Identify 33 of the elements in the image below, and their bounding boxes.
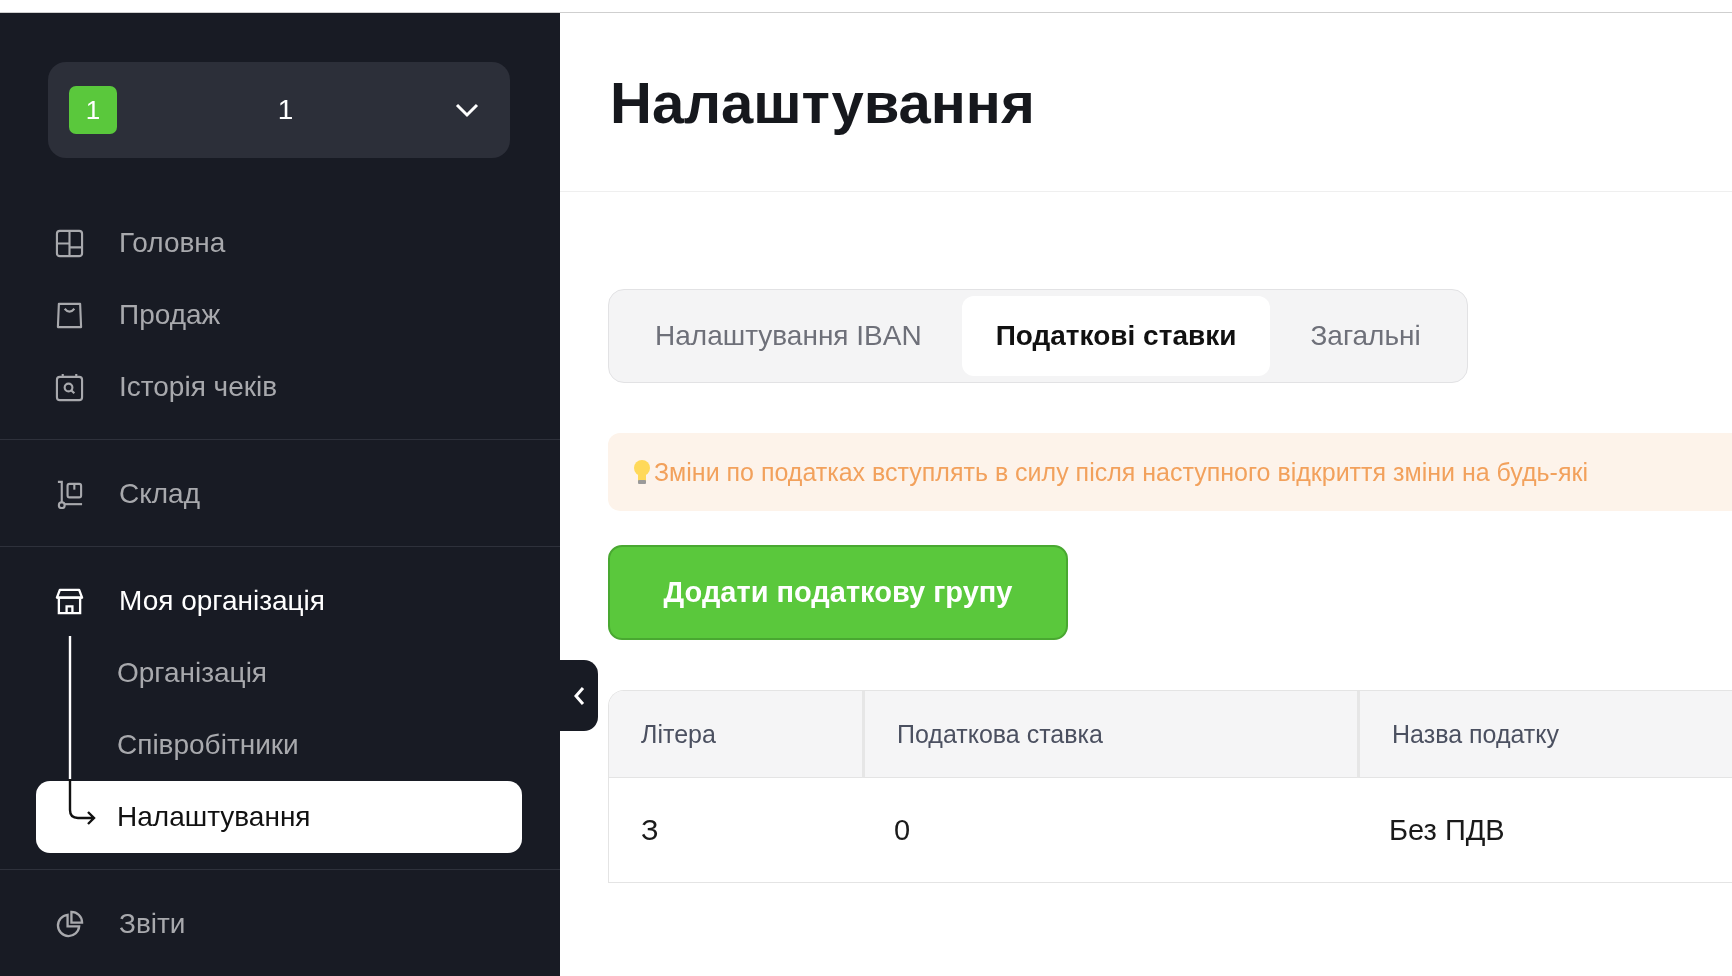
column-header: Назва податку xyxy=(1357,691,1732,778)
nav-subitem[interactable]: Налаштування xyxy=(36,781,522,853)
info-text: Зміни по податках вступлять в силу після наступного відкриття зміни на будь-які xyxy=(654,457,1588,487)
nav-item[interactable]: Історія чеків xyxy=(0,351,560,423)
pie-chart-icon xyxy=(55,909,84,939)
collapse-sidebar-button[interactable] xyxy=(560,660,598,731)
column-header: Податкова ставка xyxy=(862,691,1357,778)
bag-icon xyxy=(55,300,84,330)
nav-item[interactable]: Склад xyxy=(0,458,560,530)
cart-icon xyxy=(55,479,84,509)
nav-subitem[interactable]: Організація xyxy=(0,637,560,709)
nav-item[interactable]: Звіти xyxy=(0,888,560,960)
organization-badge: 1 xyxy=(69,86,117,134)
nav-subitem[interactable]: Співробітники xyxy=(0,709,560,781)
lightbulb-icon xyxy=(632,458,652,486)
table-cell-text: 0 xyxy=(893,812,912,848)
receipt-search-icon xyxy=(55,372,84,402)
column-header: Літера xyxy=(609,691,862,778)
store-icon xyxy=(55,586,84,616)
tab[interactable]: Податкові ставки xyxy=(961,296,1271,376)
nav-item[interactable]: Головна xyxy=(0,207,560,279)
organization-selector[interactable]: 1 1 xyxy=(48,62,510,158)
tab[interactable]: Загальні xyxy=(1270,296,1461,376)
nav-item[interactable]: Продаж xyxy=(0,279,560,351)
table-cell-text: Без ПДВ xyxy=(1388,812,1506,848)
chevron-left-icon xyxy=(572,684,586,707)
dashboard-icon xyxy=(55,228,84,258)
organization-name: 1 xyxy=(276,94,295,126)
nav-item[interactable]: Моя організація xyxy=(0,565,560,637)
chevron-down-icon xyxy=(454,101,480,119)
table-cell-text: З xyxy=(640,812,660,848)
tab[interactable]: Налаштування IBAN xyxy=(615,296,962,376)
page-title: Налаштування xyxy=(610,68,1035,136)
